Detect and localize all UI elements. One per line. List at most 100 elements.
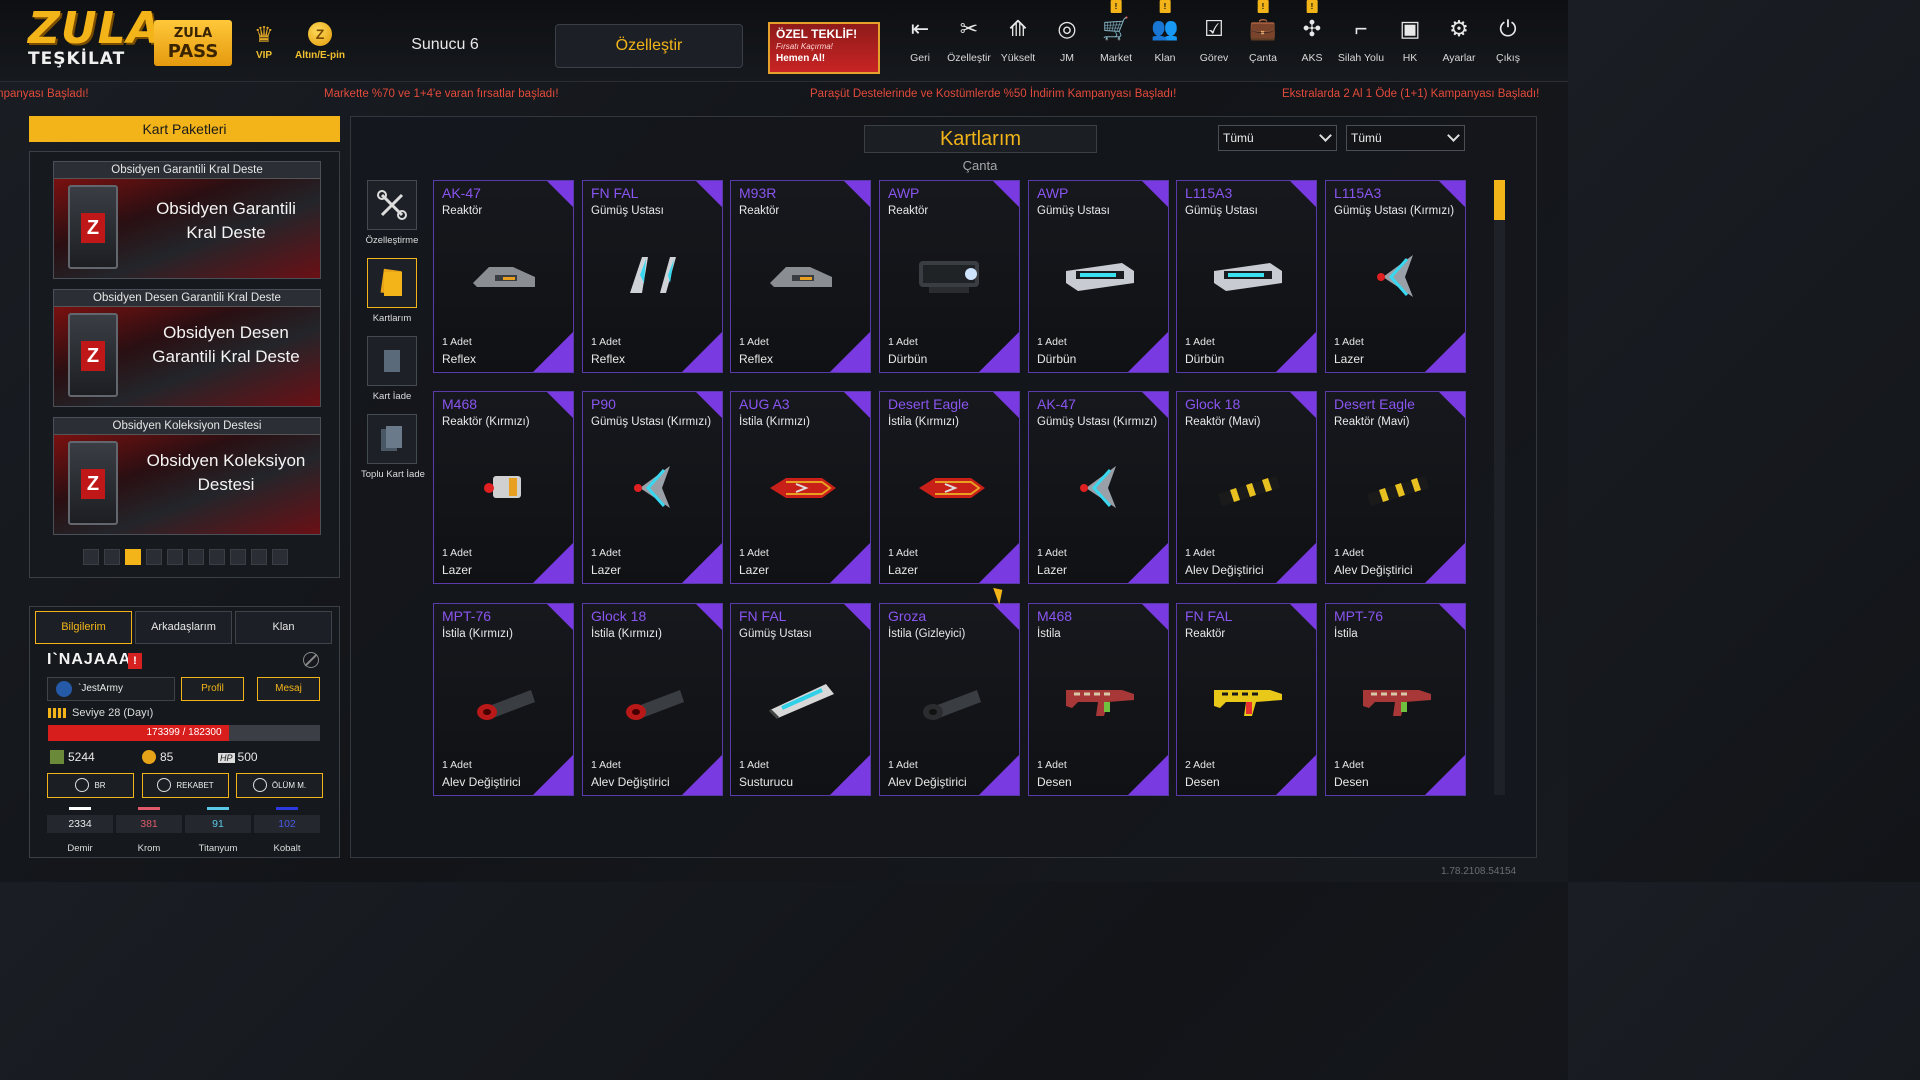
weapon-card[interactable]: FN FAL Reaktör 2 Adet Desen bbox=[1176, 603, 1317, 796]
nav-gun[interactable]: ⌐ Silah Yolu bbox=[1337, 14, 1385, 64]
weapon-card[interactable]: FN FAL Gümüş Ustası 1 Adet Reflex bbox=[582, 180, 723, 373]
pager-dot[interactable] bbox=[125, 549, 141, 565]
nav-back[interactable]: ⇤ Geri bbox=[896, 14, 944, 64]
weapon-card[interactable]: Desert Eagle Reaktör (Mavi) 1 Adet Alev Değ… bbox=[1325, 391, 1466, 584]
deck-header: Obsidyen Garantili Kral Deste bbox=[54, 162, 320, 179]
nav-accessory[interactable]: ! ✣ AKS bbox=[1288, 0, 1336, 64]
card-attachment: Alev Değiştirici bbox=[1185, 563, 1264, 577]
weapon-card[interactable]: L115A3 Gümüş Ustası (Kırmızı) 1 Adet Lazer bbox=[1325, 180, 1466, 373]
nav-window[interactable]: ▣ HK bbox=[1386, 14, 1434, 64]
special-offer-button[interactable]: ÖZEL TEKLİF! Fırsatı Kaçırma! Hemen Al! bbox=[768, 22, 880, 74]
nav-tools[interactable]: ✂ Özelleştir bbox=[945, 14, 993, 64]
material-1: 381 Krom bbox=[116, 807, 182, 854]
tab-my-info[interactable]: Bilgilerim bbox=[35, 611, 132, 644]
block-icon[interactable] bbox=[303, 652, 319, 668]
weapon-card[interactable]: AK-47 Gümüş Ustası (Kırmızı) 1 Adet Lazer bbox=[1028, 391, 1169, 584]
attachment-image bbox=[618, 676, 690, 722]
card-packs-panel: Obsidyen Garantili Kral Deste Z Obsidyen… bbox=[29, 151, 340, 578]
weapon-card[interactable]: M93R Reaktör 1 Adet Reflex bbox=[730, 180, 871, 373]
weapon-card[interactable]: AUG A3 İstila (Kırmızı) 1 Adet Lazer bbox=[730, 391, 871, 584]
crown-icon: ♛ bbox=[254, 22, 274, 47]
pager-dot[interactable] bbox=[104, 549, 120, 565]
scrollbar-thumb[interactable] bbox=[1494, 180, 1505, 220]
deck-item[interactable]: Obsidyen Koleksiyon Destesi Z Obsidyen K… bbox=[53, 417, 321, 535]
card-quantity: 1 Adet bbox=[591, 547, 621, 559]
server-label[interactable]: Sunucu 6 bbox=[390, 36, 500, 54]
nav-upgrade[interactable]: ⟰ Yükselt bbox=[994, 14, 1042, 64]
filter-select-1[interactable]: Tümü bbox=[1218, 125, 1337, 151]
pager-dot[interactable] bbox=[230, 549, 246, 565]
weapon-card[interactable]: M468 İstila 1 Adet Desen bbox=[1028, 603, 1169, 796]
ticker-item: mpanyası Başladı! bbox=[0, 88, 89, 100]
weapon-card[interactable]: AWP Gümüş Ustası 1 Adet Dürbün bbox=[1028, 180, 1169, 373]
bag-icon: 💼 bbox=[1249, 16, 1277, 41]
pager-dot[interactable] bbox=[209, 549, 225, 565]
card-attachment: Alev Değiştirici bbox=[591, 775, 670, 789]
pager-dot[interactable] bbox=[83, 549, 99, 565]
settings-icon: ⚙ bbox=[1449, 16, 1469, 41]
weapon-card[interactable]: AK-47 Reaktör 1 Adet Reflex bbox=[433, 180, 574, 373]
pager-dot[interactable] bbox=[167, 549, 183, 565]
pager-dot[interactable] bbox=[146, 549, 162, 565]
weapon-card[interactable]: AWP Reaktör 1 Adet Dürbün bbox=[879, 180, 1020, 373]
gold-icon bbox=[142, 750, 156, 764]
tab-clan[interactable]: Klan bbox=[235, 611, 332, 644]
profile-button[interactable]: Profil bbox=[181, 677, 244, 701]
side-tool-card-return[interactable]: Kart İade bbox=[367, 336, 417, 402]
customize-button[interactable]: Özelleştir bbox=[555, 24, 743, 68]
vip-label: VIP bbox=[255, 50, 273, 61]
filter-select-2[interactable]: Tümü bbox=[1346, 125, 1465, 151]
card-attachment: Alev Değiştirici bbox=[442, 775, 521, 789]
attachment-image bbox=[766, 676, 838, 722]
weapon-card[interactable]: Desert Eagle İstila (Kırmızı) 1 Adet Lazer bbox=[879, 391, 1020, 584]
nav-coins[interactable]: ◎ JM bbox=[1043, 14, 1091, 64]
deck-item[interactable]: Obsidyen Garantili Kral Deste Z Obsidyen… bbox=[53, 161, 321, 279]
material-value: 2334 bbox=[47, 815, 113, 833]
pager-dot[interactable] bbox=[272, 549, 288, 565]
rank-competitive-button[interactable]: REKABET bbox=[142, 773, 229, 798]
side-tool-bulk-return[interactable]: Toplu Kart İade bbox=[361, 414, 425, 480]
gold-epin-button[interactable]: Z Altın/E-pin bbox=[278, 22, 362, 61]
nav-power[interactable]: ⏻ Çıkış bbox=[1484, 14, 1532, 64]
nav-tasks[interactable]: ☑ Görev bbox=[1190, 14, 1238, 64]
scrollbar[interactable] bbox=[1494, 180, 1505, 795]
pager-dot[interactable] bbox=[251, 549, 267, 565]
weapon-card[interactable]: P90 Gümüş Ustası (Kırmızı) 1 Adet Lazer bbox=[582, 391, 723, 584]
side-tool-customize[interactable]: Özelleştirme bbox=[366, 180, 418, 246]
card-attachment: Reflex bbox=[591, 352, 626, 366]
zula-pass-button[interactable]: ZULA PASS bbox=[154, 20, 232, 66]
rank-deathmatch-button[interactable]: ÖLÜM M. bbox=[236, 773, 323, 798]
weapon-card[interactable]: FN FAL Gümüş Ustası 1 Adet Susturucu bbox=[730, 603, 871, 796]
weapon-card[interactable]: Glock 18 Reaktör (Mavi) 1 Adet Alev Değişti… bbox=[1176, 391, 1317, 584]
tab-friends[interactable]: Arkadaşlarım bbox=[135, 611, 232, 644]
weapon-card[interactable]: Glock 18 İstila (Kırmızı) 1 Adet Alev Değiş… bbox=[582, 603, 723, 796]
weapon-card[interactable]: MPT-76 İstila 1 Adet Desen bbox=[1325, 603, 1466, 796]
rank-icon bbox=[157, 778, 172, 792]
weapon-card[interactable]: M468 Reaktör (Kırmızı) 1 Adet Lazer bbox=[433, 391, 574, 584]
attachment-image bbox=[618, 253, 690, 299]
material-value: 381 bbox=[116, 815, 182, 833]
material-value: 91 bbox=[185, 815, 251, 833]
vip-button[interactable]: ♛ VIP bbox=[250, 22, 278, 61]
nav-bag[interactable]: ! 💼 Çanta bbox=[1239, 0, 1287, 64]
notification-badge: ! bbox=[1257, 0, 1269, 13]
card-skin-type: Reaktör bbox=[888, 205, 929, 217]
weapon-card[interactable]: MPT-76 İstila (Kırmızı) 1 Adet Alev Değişti… bbox=[433, 603, 574, 796]
attachment-image bbox=[469, 464, 541, 510]
profile-panel: Bilgilerim Arkadaşlarım Klan I`NAJAAA ! … bbox=[29, 606, 340, 858]
card-weapon-name: AWP bbox=[1037, 185, 1069, 201]
side-tool-my-cards[interactable]: Kartlarım bbox=[367, 258, 417, 324]
nav-clan[interactable]: ! 👥 Klan bbox=[1141, 0, 1189, 64]
weapon-card[interactable]: L115A3 Gümüş Ustası 1 Adet Dürbün bbox=[1176, 180, 1317, 373]
pager-dot[interactable] bbox=[188, 549, 204, 565]
nav-cart[interactable]: ! 🛒 Market bbox=[1092, 0, 1140, 64]
card-packs-title: Kart Paketleri bbox=[29, 116, 340, 142]
card-quantity: 1 Adet bbox=[1334, 759, 1364, 771]
clan-tag-box[interactable]: `JestArmy bbox=[47, 677, 175, 701]
message-button[interactable]: Mesaj bbox=[257, 677, 320, 701]
weapon-card[interactable]: Groza İstila (Gizleyici) 1 Adet Alev Değişt… bbox=[879, 603, 1020, 796]
deck-item[interactable]: Obsidyen Desen Garantili Kral Deste Z Ob… bbox=[53, 289, 321, 407]
nav-settings[interactable]: ⚙ Ayarlar bbox=[1435, 14, 1483, 64]
card-quantity: 1 Adet bbox=[1334, 336, 1364, 348]
rank-br-button[interactable]: BR bbox=[47, 773, 134, 798]
